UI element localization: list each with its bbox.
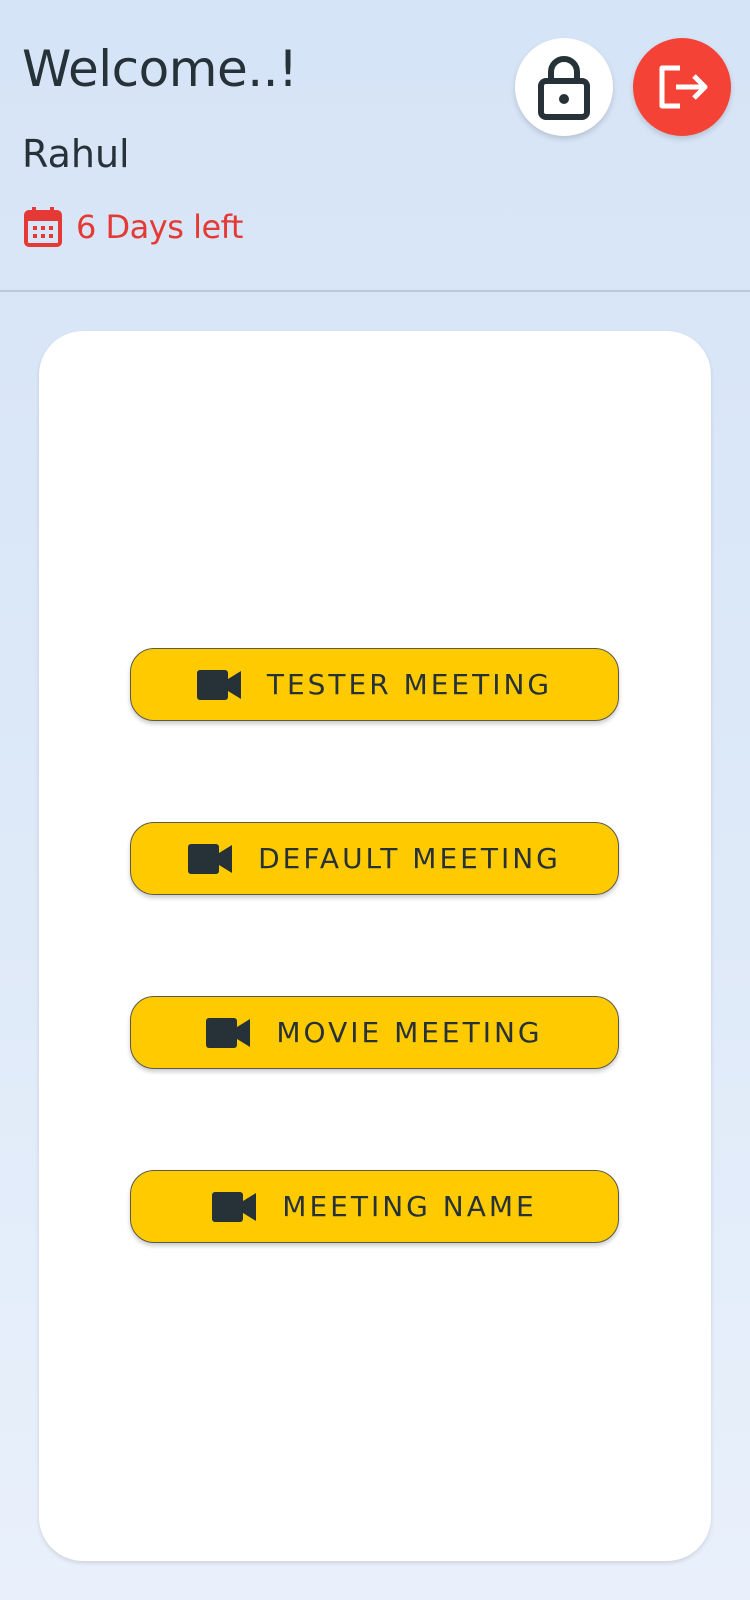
lock-icon [538, 56, 590, 120]
calendar-icon [24, 207, 62, 247]
meeting-label: TESTER MEETING [266, 668, 553, 701]
days-left-text: 6 Days left [76, 208, 243, 246]
welcome-title: Welcome..! [22, 40, 298, 98]
days-left-row: 6 Days left [24, 207, 243, 247]
video-camera-icon [196, 669, 241, 700]
user-name: Rahul [22, 132, 130, 176]
meeting-label: MEETING NAME [282, 1190, 537, 1223]
logout-icon [659, 65, 708, 109]
meeting-label: MOVIE MEETING [276, 1016, 543, 1049]
lock-button[interactable] [515, 38, 613, 136]
video-camera-icon [188, 843, 233, 874]
meeting-button-name[interactable]: MEETING NAME [130, 1170, 619, 1243]
video-camera-icon [212, 1191, 257, 1222]
meeting-label: DEFAULT MEETING [258, 842, 561, 875]
video-camera-icon [206, 1017, 251, 1048]
meeting-button-default[interactable]: DEFAULT MEETING [130, 822, 619, 895]
meeting-button-movie[interactable]: MOVIE MEETING [130, 996, 619, 1069]
meetings-card: TESTER MEETING DEFAULT MEETING MOVIE MEE… [39, 331, 711, 1561]
logout-button[interactable] [633, 38, 731, 136]
header: Welcome..! Rahul 6 Days left [0, 0, 750, 292]
meeting-button-tester[interactable]: TESTER MEETING [130, 648, 619, 721]
